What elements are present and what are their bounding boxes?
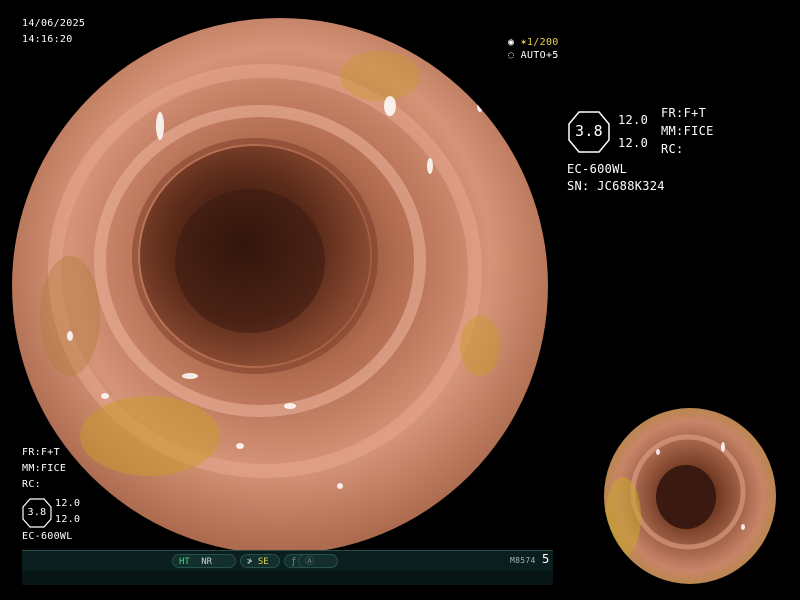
shutter-icon: ◉ [508, 37, 515, 48]
right-scope-model: EC-600WL [567, 162, 628, 176]
status-bar-lower [22, 571, 553, 585]
auto-circle-icon: Ⓐ [305, 557, 315, 567]
endoscopy-main-view [12, 18, 548, 554]
gain-icon: ◌ [508, 50, 515, 61]
endoscopy-thumbnail-view [604, 408, 776, 584]
right-fr: FR:F+T [661, 106, 707, 120]
left-val-a: 12.0 [55, 498, 81, 509]
left-mm: MM:FICE [22, 463, 67, 474]
shutter-value: 1/200 [526, 37, 559, 48]
flash-icon: ƒ [291, 557, 297, 567]
nr-label: NR [201, 557, 213, 567]
right-rc: RC: [661, 142, 684, 156]
status-bar: HT NR ≯ SE ƒ Ⓐ M8574 5 [22, 550, 553, 572]
ht-label: HT [179, 557, 190, 567]
right-serial: SN: JC688K324 [567, 179, 665, 193]
right-mm: MM:FICE [661, 124, 714, 138]
left-scope-model: EC-600WL [22, 531, 73, 542]
hex-value-right: 3.8 [575, 122, 603, 140]
auto-pill: Ⓐ [298, 554, 338, 568]
hex-value-left: 3.8 [27, 507, 47, 518]
se-icon: ≯ [247, 557, 253, 567]
left-fr: FR:F+T [22, 447, 60, 458]
gain-indicator: ◌ AUTO+5 [508, 50, 559, 62]
status-code: M8574 [510, 556, 536, 565]
se-pill: ≯ SE [240, 554, 280, 568]
status-number: 5 [542, 552, 550, 566]
ht-nr-pill: HT NR [172, 554, 236, 568]
date-text: 14/06/2025 [22, 18, 86, 29]
right-val-b: 12.0 [618, 136, 649, 150]
gain-value: AUTO+5 [520, 50, 559, 61]
left-val-b: 12.0 [55, 514, 81, 525]
shutter-indicator: ◉ ✶1/200 [508, 37, 559, 49]
time-text: 14:16:20 [22, 34, 73, 45]
right-val-a: 12.0 [618, 113, 649, 127]
se-label: SE [257, 557, 269, 567]
left-rc: RC: [22, 479, 41, 490]
